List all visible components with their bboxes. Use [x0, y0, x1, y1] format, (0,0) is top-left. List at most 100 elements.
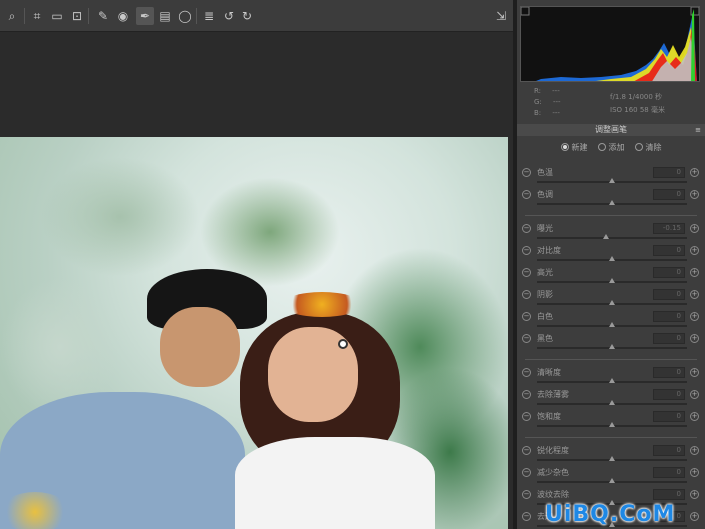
plus-icon[interactable]: + [690, 446, 699, 455]
minus-icon[interactable]: − [522, 512, 531, 521]
slider-track[interactable] [537, 234, 687, 239]
slider-thumb[interactable] [609, 322, 615, 327]
minus-icon[interactable]: − [522, 246, 531, 255]
slider-track[interactable] [537, 400, 687, 405]
plus-icon[interactable]: + [690, 512, 699, 521]
minus-icon[interactable]: − [522, 412, 531, 421]
slider-track[interactable] [537, 456, 687, 461]
foliage-shape [40, 157, 200, 277]
slider-thumb[interactable] [609, 178, 615, 183]
image-canvas[interactable] [0, 32, 513, 529]
transform-tool-icon[interactable]: ⊡ [68, 7, 86, 25]
plus-icon[interactable]: + [690, 312, 699, 321]
spot-removal-tool-icon[interactable]: ✎ [94, 7, 112, 25]
plus-icon[interactable]: + [690, 224, 699, 233]
minus-icon[interactable]: − [522, 312, 531, 321]
slider-value-input[interactable]: 0 [653, 389, 685, 400]
slider-track[interactable] [537, 378, 687, 383]
mode-add[interactable]: 添加 [597, 140, 625, 154]
plus-icon[interactable]: + [690, 490, 699, 499]
slider-track[interactable] [537, 200, 687, 205]
minus-icon[interactable]: − [522, 334, 531, 343]
preferences-icon[interactable]: ≣ [200, 7, 218, 25]
slider-value-input[interactable]: 0 [653, 267, 685, 278]
plus-icon[interactable]: + [690, 334, 699, 343]
graduated-filter-icon[interactable]: ▤ [156, 7, 174, 25]
slider-value-input[interactable]: 0 [653, 367, 685, 378]
red-eye-tool-icon[interactable]: ◉ [114, 7, 132, 25]
mode-erase[interactable]: 清除 [634, 140, 662, 154]
rotate-left-icon[interactable]: ↺ [220, 7, 238, 25]
slider-value-input[interactable]: 0 [653, 189, 685, 200]
slider-track[interactable] [537, 322, 687, 327]
minus-icon[interactable]: − [522, 190, 531, 199]
slider-value-input[interactable]: -0.15 [653, 223, 685, 234]
export-icon[interactable]: ⇲ [492, 7, 510, 25]
slider-thumb[interactable] [609, 300, 615, 305]
slider-label: 黑色 [537, 334, 553, 343]
minus-icon[interactable]: − [522, 468, 531, 477]
minus-icon[interactable]: − [522, 168, 531, 177]
zoom-tool-icon[interactable]: ⌕ [3, 7, 21, 25]
adjustment-brush-icon[interactable]: ✒ [136, 7, 154, 25]
slider-value-input[interactable]: 0 [653, 167, 685, 178]
slider-thumb[interactable] [609, 344, 615, 349]
slider-value-input[interactable]: 0 [653, 245, 685, 256]
radio-selected-icon[interactable] [560, 143, 569, 151]
slider-thumb[interactable] [609, 200, 615, 205]
slider-value-input[interactable]: 0 [653, 411, 685, 422]
plus-icon[interactable]: + [690, 412, 699, 421]
slider-track[interactable] [537, 278, 687, 283]
iso-focal: ISO 160 58 毫米 [610, 106, 665, 114]
slider-track[interactable] [537, 256, 687, 261]
adjustment-pin[interactable] [338, 339, 348, 349]
radio-icon[interactable] [634, 143, 643, 151]
b-label: B: [534, 109, 542, 117]
camera-info: R: --- G: --- B: --- f/1.8 1/4000 秒 ISO … [520, 84, 700, 122]
slider-row: − 对比度 0 + [517, 244, 705, 266]
slider-value-input[interactable]: 0 [653, 489, 685, 500]
slider-thumb[interactable] [609, 400, 615, 405]
slider-thumb[interactable] [609, 256, 615, 261]
minus-icon[interactable]: − [522, 368, 531, 377]
slider-value-input[interactable]: 0 [653, 311, 685, 322]
radio-icon[interactable] [597, 143, 606, 151]
minus-icon[interactable]: − [522, 490, 531, 499]
minus-icon[interactable]: − [522, 290, 531, 299]
slider-thumb[interactable] [603, 234, 609, 239]
straighten-tool-icon[interactable]: ▭ [48, 7, 66, 25]
slider-track[interactable] [537, 478, 687, 483]
plus-icon[interactable]: + [690, 290, 699, 299]
slider-track[interactable] [537, 300, 687, 305]
slider-thumb[interactable] [609, 378, 615, 383]
slider-track[interactable] [537, 178, 687, 183]
photo-preview[interactable] [0, 137, 508, 529]
slider-track[interactable] [537, 344, 687, 349]
plus-icon[interactable]: + [690, 190, 699, 199]
minus-icon[interactable]: − [522, 390, 531, 399]
plus-icon[interactable]: + [690, 390, 699, 399]
slider-label: 去除薄雾 [537, 390, 569, 399]
plus-icon[interactable]: + [690, 468, 699, 477]
plus-icon[interactable]: + [690, 268, 699, 277]
rotate-right-icon[interactable]: ↻ [238, 7, 256, 25]
plus-icon[interactable]: + [690, 168, 699, 177]
plus-icon[interactable]: + [690, 246, 699, 255]
mode-new[interactable]: 新建 [560, 140, 588, 154]
slider-value-input[interactable]: 0 [653, 445, 685, 456]
minus-icon[interactable]: − [522, 268, 531, 277]
slider-thumb[interactable] [609, 422, 615, 427]
minus-icon[interactable]: − [522, 224, 531, 233]
slider-thumb[interactable] [609, 456, 615, 461]
slider-thumb[interactable] [609, 478, 615, 483]
slider-value-input[interactable]: 0 [653, 289, 685, 300]
slider-value-input[interactable]: 0 [653, 467, 685, 478]
plus-icon[interactable]: + [690, 368, 699, 377]
crop-tool-icon[interactable]: ⌗ [28, 7, 46, 25]
slider-thumb[interactable] [609, 278, 615, 283]
radial-filter-icon[interactable]: ◯ [176, 7, 194, 25]
minus-icon[interactable]: − [522, 446, 531, 455]
slider-track[interactable] [537, 422, 687, 427]
panel-menu-icon[interactable]: ≡ [695, 124, 701, 136]
slider-value-input[interactable]: 0 [653, 333, 685, 344]
